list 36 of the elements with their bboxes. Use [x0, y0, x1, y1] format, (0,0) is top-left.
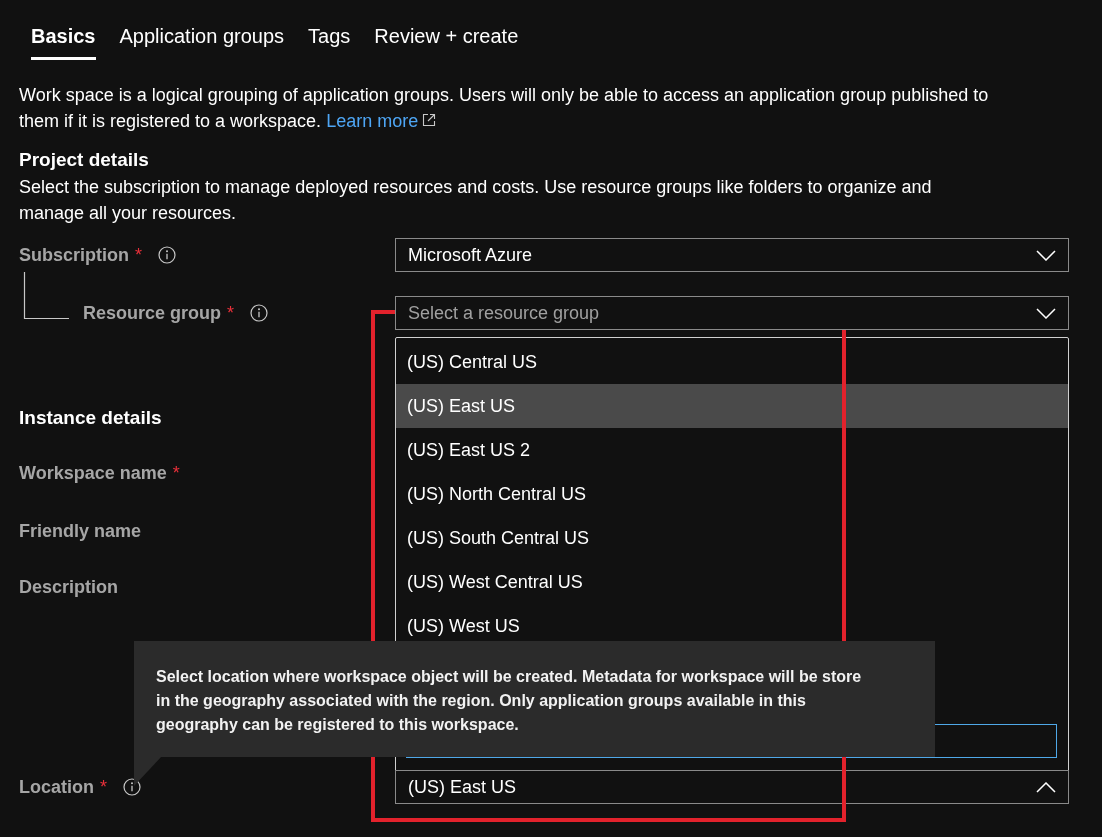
- chevron-down-icon: [1036, 249, 1056, 261]
- info-icon[interactable]: [250, 304, 269, 322]
- required-mark: *: [172, 462, 180, 484]
- dropdown-option[interactable]: (US) North Central US: [396, 472, 1068, 516]
- section-title: Instance details: [19, 406, 162, 430]
- required-mark: *: [100, 776, 107, 798]
- location-select[interactable]: (US) East US: [395, 770, 1069, 804]
- intro-text: Work space is a logical grouping of application groups. Users will only be able to access an application group published to them if it is registered to a workspace. Learn more: [19, 84, 990, 133]
- select-field[interactable]: Select a resource group: [395, 296, 1069, 330]
- external-link-icon: [422, 113, 437, 127]
- tab[interactable]: Review + create: [374, 22, 519, 60]
- info-icon[interactable]: [123, 778, 141, 796]
- dropdown-option[interactable]: (US) East US: [396, 384, 1068, 428]
- chevron-down-icon: [1036, 307, 1056, 319]
- field-label: Location: [19, 776, 94, 798]
- section-description: Select the subscription to manage deployed resources and costs. Use resource groups like folders to organize and manage all your resources.: [19, 176, 933, 225]
- required-mark: *: [227, 302, 235, 324]
- learn-more-link[interactable]: Learn more: [326, 111, 437, 131]
- tab[interactable]: Basics: [31, 22, 96, 60]
- select-field[interactable]: Microsoft Azure: [395, 238, 1069, 272]
- chevron-up-icon: [1036, 781, 1056, 793]
- field-label: Subscription: [19, 244, 129, 266]
- field-label: Description: [19, 577, 119, 598]
- dropdown-option[interactable]: (US) South Central US: [396, 516, 1068, 560]
- dropdown-option[interactable]: (US) East US 2: [396, 428, 1068, 472]
- tab[interactable]: Tags: [308, 22, 351, 60]
- field-label: Friendly name: [19, 520, 142, 542]
- tab[interactable]: Application groups: [119, 22, 285, 60]
- field-label: Workspace name: [19, 462, 167, 484]
- field-label: Resource group: [83, 302, 222, 324]
- required-mark: *: [135, 244, 143, 266]
- section-title: Project details: [19, 148, 149, 172]
- tooltip-text: Select location where workspace object will be created. Metadata for workspace will be store in the geography associated with the region. Only application groups available in this geography can be registered to this workspace.: [156, 667, 863, 735]
- dropdown-option[interactable]: (US) West Central US: [396, 560, 1068, 604]
- info-icon[interactable]: [158, 246, 177, 264]
- dropdown-option[interactable]: (US) Central US: [396, 340, 1068, 384]
